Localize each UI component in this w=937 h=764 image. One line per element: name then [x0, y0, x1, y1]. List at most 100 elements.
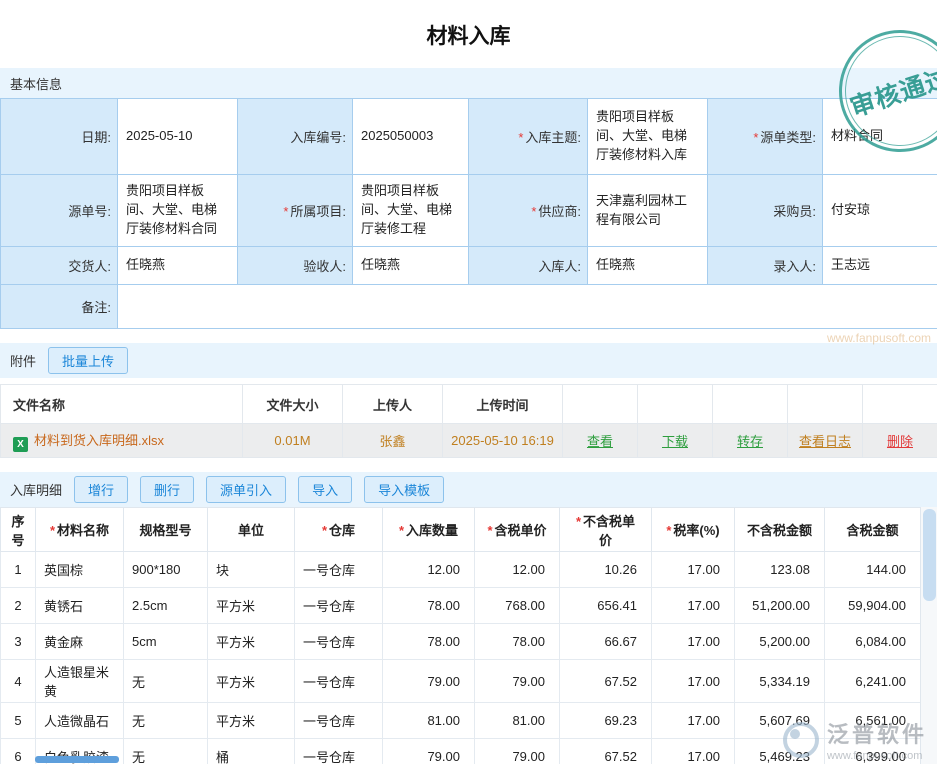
label-source-type-text: 源单类型:: [760, 130, 816, 145]
cell-spec: 900*180: [124, 552, 208, 588]
cell-tax-price: 78.00: [475, 624, 560, 660]
col-header-text: 材料名称: [57, 523, 109, 538]
attachments-header-row: 文件名称 文件大小 上传人 上传时间: [1, 385, 937, 424]
attachment-action-cell: 删除: [863, 424, 937, 458]
label-source-no: 源单号:: [1, 175, 118, 247]
col-header-action: [638, 385, 713, 424]
cell-no: 6: [1, 739, 36, 764]
cell-unit: 桶: [208, 739, 295, 764]
detail-row: 3 黄金麻 5cm 平方米 一号仓库 78.00 78.00 66.67 17.…: [1, 624, 921, 660]
cell-warehouse: 一号仓库: [295, 624, 383, 660]
cell-unit: 平方米: [208, 660, 295, 703]
col-header-notax-amount: 不含税金额: [735, 508, 825, 552]
col-header-tax-rate: *税率(%): [652, 508, 735, 552]
value-remark: [118, 285, 937, 329]
label-remark: 备注:: [1, 285, 118, 329]
delete-link[interactable]: 删除: [887, 434, 913, 449]
cell-material-name: 黄金麻: [36, 624, 124, 660]
col-header-action: [563, 385, 638, 424]
cell-notax-price: 67.52: [560, 660, 652, 703]
col-header-material-name: *材料名称: [36, 508, 124, 552]
attachment-filesize: 0.01M: [243, 424, 343, 458]
attachment-row: 材料到货入库明细.xlsx 0.01M 张鑫 2025-05-10 16:19 …: [1, 424, 937, 458]
attachments-table: 文件名称 文件大小 上传人 上传时间 材料到货入库明细.xlsx 0.01M 张…: [0, 384, 937, 458]
cell-notax-price: 10.26: [560, 552, 652, 588]
cell-no: 5: [1, 703, 36, 739]
label-receipt-no: 入库编号:: [238, 99, 353, 175]
col-header-notax-price: *不含税单价: [560, 508, 652, 552]
cell-no: 3: [1, 624, 36, 660]
view-link[interactable]: 查看: [587, 434, 613, 449]
add-row-button[interactable]: 增行: [74, 476, 128, 503]
cell-notax-amount: 51,200.00: [735, 588, 825, 624]
cell-tax-price: 81.00: [475, 703, 560, 739]
detail-row: 1 英国棕 900*180 块 一号仓库 12.00 12.00 10.26 1…: [1, 552, 921, 588]
cell-qty: 12.00: [383, 552, 475, 588]
col-header-spec: 规格型号: [124, 508, 208, 552]
value-project: 贵阳项目样板间、大堂、电梯厅装修工程: [353, 175, 469, 247]
detail-row: 5 人造微晶石 无 平方米 一号仓库 81.00 81.00 69.23 17.…: [1, 703, 921, 739]
source-import-button[interactable]: 源单引入: [206, 476, 286, 503]
required-asterisk: *: [399, 523, 404, 538]
cell-warehouse: 一号仓库: [295, 660, 383, 703]
required-asterisk: *: [576, 514, 581, 529]
batch-upload-button[interactable]: 批量上传: [48, 347, 128, 374]
label-project: *所属项目:: [238, 175, 353, 247]
required-asterisk: *: [666, 523, 671, 538]
vertical-scrollbar-thumb[interactable]: [923, 509, 936, 601]
view-log-link[interactable]: 查看日志: [799, 434, 851, 449]
value-receipt-no: 2025050003: [353, 99, 469, 175]
cell-unit: 块: [208, 552, 295, 588]
delete-row-button[interactable]: 删行: [140, 476, 194, 503]
transfer-save-link[interactable]: 转存: [737, 434, 763, 449]
required-asterisk: *: [487, 523, 492, 538]
download-link[interactable]: 下载: [662, 434, 688, 449]
cell-tax-price: 79.00: [475, 739, 560, 764]
attachments-section-bar: 附件 批量上传: [0, 343, 937, 378]
value-source-type: 材料合同: [823, 99, 937, 175]
cell-notax-amount: 5,200.00: [735, 624, 825, 660]
cell-material-name: 黄锈石: [36, 588, 124, 624]
value-deliverer: 任晓燕: [118, 247, 238, 285]
label-subject-text: 入库主题:: [525, 130, 581, 145]
value-warehouse-keeper: 任晓燕: [588, 247, 708, 285]
basic-info-section-title: 基本信息: [10, 74, 62, 93]
label-subject: *入库主题:: [469, 99, 588, 175]
value-purchaser: 付安琼: [823, 175, 937, 247]
col-header-uploader: 上传人: [343, 385, 443, 424]
col-header-qty: *入库数量: [383, 508, 475, 552]
horizontal-scrollbar-thumb[interactable]: [35, 756, 119, 763]
detail-section-bar: 入库明细 增行 删行 源单引入 导入 导入模板: [0, 472, 937, 507]
detail-table: 序号 *材料名称 规格型号 单位 *仓库 *入库数量 *含税单价 *不含税单价 …: [0, 507, 921, 764]
cell-material-name: 人造微晶石: [36, 703, 124, 739]
cell-tax-amount: 6,399.00: [825, 739, 921, 764]
col-header-text: 含税单价: [495, 523, 547, 538]
col-header-warehouse: *仓库: [295, 508, 383, 552]
attachment-file-link[interactable]: 材料到货入库明细.xlsx: [34, 433, 164, 448]
detail-row: 6 白色乳胶漆 无 桶 一号仓库 79.00 79.00 67.52 17.00…: [1, 739, 921, 764]
cell-tax-rate: 17.00: [652, 552, 735, 588]
form-row: 源单号: 贵阳项目样板间、大堂、电梯厅装修材料合同 *所属项目: 贵阳项目样板间…: [1, 175, 937, 247]
attachment-action-cell: 查看: [563, 424, 638, 458]
col-header-action: [788, 385, 863, 424]
import-button[interactable]: 导入: [298, 476, 352, 503]
required-asterisk: *: [283, 204, 288, 219]
cell-warehouse: 一号仓库: [295, 552, 383, 588]
cell-qty: 78.00: [383, 624, 475, 660]
basic-info-table: 日期: 2025-05-10 入库编号: 2025050003 *入库主题: 贵…: [0, 98, 937, 329]
cell-notax-price: 656.41: [560, 588, 652, 624]
cell-tax-price: 12.00: [475, 552, 560, 588]
attachment-filename-cell: 材料到货入库明细.xlsx: [1, 424, 243, 458]
excel-file-icon: [13, 437, 28, 452]
cell-notax-amount: 5,469.23: [735, 739, 825, 764]
vertical-scrollbar[interactable]: [920, 507, 937, 764]
col-header-filename: 文件名称: [1, 385, 243, 424]
detail-section-title: 入库明细: [10, 480, 62, 499]
import-template-button[interactable]: 导入模板: [364, 476, 444, 503]
page-title: 材料入库: [0, 0, 937, 68]
value-supplier: 天津嘉利园林工程有限公司: [588, 175, 708, 247]
col-header-tax-price: *含税单价: [475, 508, 560, 552]
label-deliverer: 交货人:: [1, 247, 118, 285]
cell-spec: 无: [124, 739, 208, 764]
cell-tax-amount: 6,561.00: [825, 703, 921, 739]
